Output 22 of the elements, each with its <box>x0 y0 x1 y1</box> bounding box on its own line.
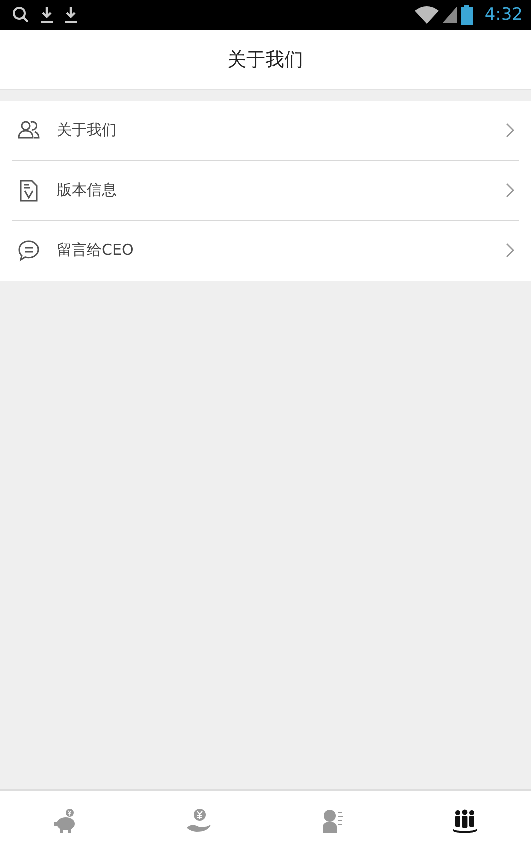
page-title: 关于我们 <box>228 48 304 72</box>
team-icon <box>452 808 478 834</box>
download-icon <box>64 6 78 24</box>
chevron-icon <box>506 123 515 138</box>
wifi-icon <box>414 6 439 24</box>
menu-label: 关于我们 <box>57 121 118 140</box>
download-icon <box>40 6 54 24</box>
menu-item[interactable]: 关于我们 <box>12 101 519 161</box>
hand-coin-icon <box>186 808 212 834</box>
document-icon <box>18 180 40 202</box>
battery-icon <box>460 5 473 25</box>
menu-label: 版本信息 <box>57 181 118 200</box>
clock-time: 4:32 <box>484 5 523 25</box>
menu-item[interactable]: 留言给CEO <box>12 221 519 281</box>
menu-label: 留言给CEO <box>57 241 135 260</box>
chevron-icon <box>506 243 515 258</box>
signal-icon <box>442 7 457 23</box>
speech-bubble-icon <box>18 240 40 262</box>
people-icon <box>18 120 40 142</box>
menu-item[interactable]: 版本信息 <box>12 161 519 221</box>
chevron-icon <box>506 183 515 198</box>
search-icon <box>12 6 30 24</box>
